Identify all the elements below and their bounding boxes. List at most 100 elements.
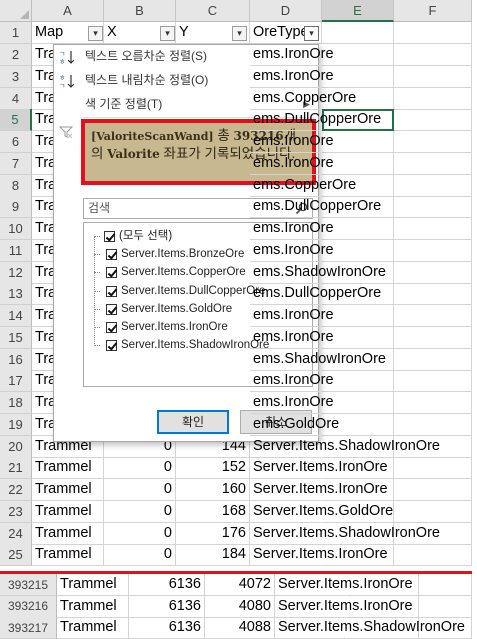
cell-d[interactable]: ems.DullCopperOre — [250, 196, 381, 219]
row-header[interactable]: 21 — [0, 457, 32, 480]
row-header[interactable]: 8 — [0, 174, 32, 197]
cell-b[interactable]: 6136 — [129, 617, 205, 639]
column-header-a[interactable]: A — [32, 0, 104, 22]
checkbox[interactable] — [106, 303, 117, 315]
row-header[interactable]: 12 — [0, 261, 32, 284]
row-header[interactable]: 13 — [0, 283, 32, 306]
cell-f[interactable] — [394, 196, 472, 219]
cell-d[interactable]: ems.IronOre — [250, 240, 334, 262]
filter-dropdown-oretype[interactable]: ▾ — [304, 26, 319, 41]
cell-d[interactable]: Server.Items.GoldOre — [250, 501, 393, 523]
cell-f[interactable] — [394, 87, 472, 110]
cell-d[interactable]: Server.Items.IronOre — [250, 457, 388, 480]
cell-f[interactable] — [394, 174, 472, 197]
cell-f[interactable] — [394, 413, 472, 436]
cell-f[interactable] — [394, 109, 472, 132]
cell-c[interactable]: 4088 — [205, 617, 275, 639]
cell-f1[interactable] — [394, 22, 472, 44]
cell-f[interactable] — [394, 44, 472, 66]
row-header[interactable]: 4 — [0, 87, 32, 110]
cell-f[interactable] — [394, 152, 472, 175]
cell-b[interactable]: 0 — [104, 479, 176, 501]
cell-d[interactable]: ems.IronOre — [250, 66, 334, 88]
cell-f[interactable] — [394, 348, 472, 371]
cell-d[interactable]: ems.IronOre — [250, 153, 334, 175]
row-header[interactable]: 22 — [0, 479, 32, 501]
cell-b[interactable]: 6136 — [129, 574, 205, 596]
row-header[interactable]: 19 — [0, 413, 32, 436]
cell-a[interactable]: Trammel — [57, 595, 129, 618]
ok-button[interactable]: 확인 — [157, 410, 229, 434]
checkbox[interactable] — [104, 231, 115, 242]
column-header-e[interactable]: E — [322, 0, 394, 22]
cell-f[interactable] — [394, 65, 472, 88]
row-header[interactable]: 14 — [0, 305, 32, 327]
row-header[interactable]: 393217 — [0, 617, 57, 639]
row-header[interactable]: 20 — [0, 435, 32, 458]
filter-dropdown-x[interactable]: ▾ — [160, 26, 175, 41]
cell-a[interactable]: Trammel — [32, 500, 104, 523]
row-header[interactable]: 18 — [0, 392, 32, 414]
cell-f[interactable] — [394, 218, 472, 240]
select-all-corner[interactable] — [0, 0, 32, 22]
row-header[interactable]: 7 — [0, 152, 32, 175]
cell-c[interactable]: 152 — [176, 457, 250, 480]
cell-d[interactable]: ems.CopperOre — [250, 175, 356, 197]
row-header[interactable]: 9 — [0, 196, 32, 219]
cell-a[interactable]: Trammel — [32, 479, 104, 501]
cell-f[interactable] — [419, 574, 472, 596]
cell-d[interactable]: ems.IronOre — [250, 392, 334, 414]
cell-d[interactable]: ems.IronOre — [250, 131, 334, 153]
cell-b[interactable]: 0 — [104, 544, 176, 567]
filter-dropdown-y[interactable]: ▾ — [232, 26, 247, 41]
cell-a[interactable]: Trammel — [32, 522, 104, 545]
cell-f[interactable] — [394, 283, 472, 306]
cell-e1[interactable] — [322, 22, 394, 44]
cell-d[interactable]: ems.IronOre — [250, 305, 334, 327]
row-header[interactable]: 1 — [0, 22, 32, 44]
cell-d[interactable]: ems.DullCopperOre — [250, 283, 381, 306]
row-header[interactable]: 6 — [0, 131, 32, 153]
cell-f[interactable] — [394, 500, 472, 523]
checkbox[interactable] — [106, 340, 117, 352]
cell-b[interactable]: 0 — [104, 457, 176, 480]
row-header[interactable]: 23 — [0, 500, 32, 523]
cell-d[interactable]: Server.Items.IronOre — [275, 574, 413, 596]
row-header[interactable]: 11 — [0, 239, 32, 262]
cell-d[interactable]: Server.Items.ShadowIronOre — [250, 436, 440, 458]
row-header[interactable]: 2 — [0, 44, 32, 66]
cell-c[interactable]: 184 — [176, 544, 250, 567]
column-header-f[interactable]: F — [394, 0, 472, 22]
cell-b[interactable]: 0 — [104, 522, 176, 545]
cell-d[interactable]: ems.ShadowIronOre — [250, 349, 386, 371]
cell-d[interactable]: ems.GoldOre — [250, 414, 339, 436]
cell-d[interactable]: Server.Items.IronOre — [250, 479, 388, 501]
cell-d[interactable]: Server.Items.IronOre — [250, 544, 388, 567]
row-header[interactable]: 15 — [0, 326, 32, 349]
column-header-b[interactable]: B — [104, 0, 176, 22]
row-header[interactable]: 10 — [0, 218, 32, 240]
column-header-d[interactable]: D — [250, 0, 322, 22]
checkbox[interactable] — [106, 249, 117, 261]
cell-f[interactable] — [394, 131, 472, 153]
checkbox[interactable] — [106, 322, 117, 333]
cell-c[interactable]: 168 — [176, 500, 250, 523]
cell-f[interactable] — [394, 392, 472, 414]
row-header[interactable]: 3 — [0, 65, 32, 88]
cell-d[interactable]: Server.Items.IronOre — [275, 596, 413, 618]
row-header[interactable]: 393216 — [0, 595, 57, 618]
cell-d[interactable]: ems.IronOre — [250, 44, 334, 66]
cell-b[interactable]: 0 — [104, 500, 176, 523]
checkbox[interactable] — [106, 285, 117, 297]
row-header[interactable]: 25 — [0, 544, 32, 567]
cell-f[interactable] — [394, 457, 472, 480]
cell-c[interactable]: 176 — [176, 522, 250, 545]
column-header-c[interactable]: C — [176, 0, 250, 22]
cell-a[interactable]: Trammel — [32, 544, 104, 567]
cell-f[interactable] — [394, 305, 472, 327]
cell-d[interactable]: ems.DullCopperOre — [250, 109, 381, 132]
cell-f[interactable] — [394, 370, 472, 393]
filter-dropdown-map[interactable]: ▾ — [88, 26, 103, 41]
cell-a[interactable]: Trammel — [57, 574, 129, 596]
cell-a[interactable]: Trammel — [32, 457, 104, 480]
